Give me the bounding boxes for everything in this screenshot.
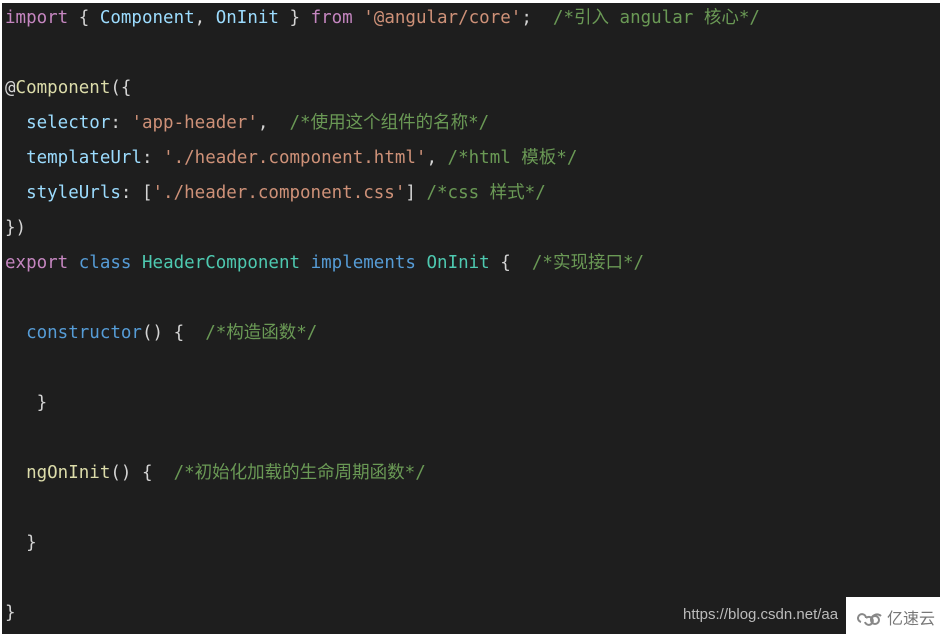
- code-token: class: [78, 253, 132, 273]
- code-token: './header.component.css': [152, 183, 406, 203]
- code-line: }: [5, 391, 48, 415]
- code-token: ({: [110, 78, 132, 98]
- code-token: }: [5, 393, 48, 413]
- code-comment: /*使用这个组件的名称*/: [289, 113, 490, 133]
- code-line: selector: 'app-header', /*使用这个组件的名称*/: [5, 111, 489, 135]
- code-token: OnInit: [426, 253, 490, 273]
- code-token: {: [68, 8, 100, 28]
- code-line: styleUrls: ['./header.component.css'] /*…: [5, 181, 546, 205]
- code-token: @: [5, 78, 16, 98]
- code-token: }: [5, 603, 16, 623]
- code-token: templateUrl: [26, 148, 142, 168]
- cloud-logo-icon: [857, 613, 882, 626]
- code-token: OnInit: [215, 8, 279, 28]
- watermark-badge-text: 亿速云: [886, 609, 935, 628]
- code-token: ,: [257, 113, 290, 133]
- code-token: ]: [405, 183, 427, 203]
- code-line: export class HeaderComponent implements …: [5, 251, 644, 275]
- watermark-url: https://blog.csdn.net/aa: [683, 606, 839, 623]
- code-comment: /*css 样式*/: [426, 183, 546, 203]
- code-token: '@angular/core': [363, 8, 522, 28]
- code-token: ,: [426, 148, 448, 168]
- code-token: import: [5, 8, 69, 28]
- code-token: {: [489, 253, 532, 273]
- code-comment: /*构造函数*/: [205, 323, 318, 343]
- code-line: ngOnInit() { /*初始化加载的生命周期函数*/: [5, 461, 426, 485]
- code-token: styleUrls: [26, 183, 121, 203]
- code-token: }: [5, 533, 37, 553]
- code-editor: import { Component, OnInit } from '@angu…: [2, 3, 940, 634]
- code-token: }): [5, 218, 27, 238]
- code-token: () {: [110, 463, 174, 483]
- code-line: templateUrl: './header.component.html', …: [5, 146, 577, 170]
- code-line: constructor() { /*构造函数*/: [5, 321, 317, 345]
- code-line: @Component({: [5, 76, 131, 100]
- code-token: from: [310, 8, 353, 28]
- code-token: ,: [194, 8, 216, 28]
- code-line: }: [5, 601, 16, 625]
- code-comment: /*html 模板*/: [447, 148, 578, 168]
- code-comment: /*初始化加载的生命周期函数*/: [173, 463, 426, 483]
- code-token: ngOnInit: [26, 463, 111, 483]
- code-token: : [: [120, 183, 153, 203]
- code-token: implements: [310, 253, 416, 273]
- code-line: }: [5, 531, 37, 555]
- code-token: export: [5, 253, 69, 273]
- code-token: selector: [26, 113, 111, 133]
- code-line: import { Component, OnInit } from '@angu…: [5, 6, 760, 30]
- code-token: HeaderComponent: [142, 253, 301, 273]
- code-comment: /*实现接口*/: [531, 253, 645, 273]
- code-token: :: [110, 113, 132, 133]
- code-line: }): [5, 216, 26, 240]
- watermark-badge: 亿速云: [846, 597, 946, 637]
- code-token: :: [141, 148, 164, 168]
- code-token: constructor: [26, 323, 142, 343]
- code-token: ;: [521, 8, 553, 28]
- code-token: Component: [99, 8, 195, 28]
- code-comment: /*引入 angular 核心*/: [552, 8, 760, 28]
- code-token: Component: [15, 78, 111, 98]
- code-token: './header.component.html': [163, 148, 427, 168]
- code-token: () {: [141, 323, 206, 343]
- code-token: 'app-header': [131, 113, 258, 133]
- code-token: }: [278, 8, 311, 28]
